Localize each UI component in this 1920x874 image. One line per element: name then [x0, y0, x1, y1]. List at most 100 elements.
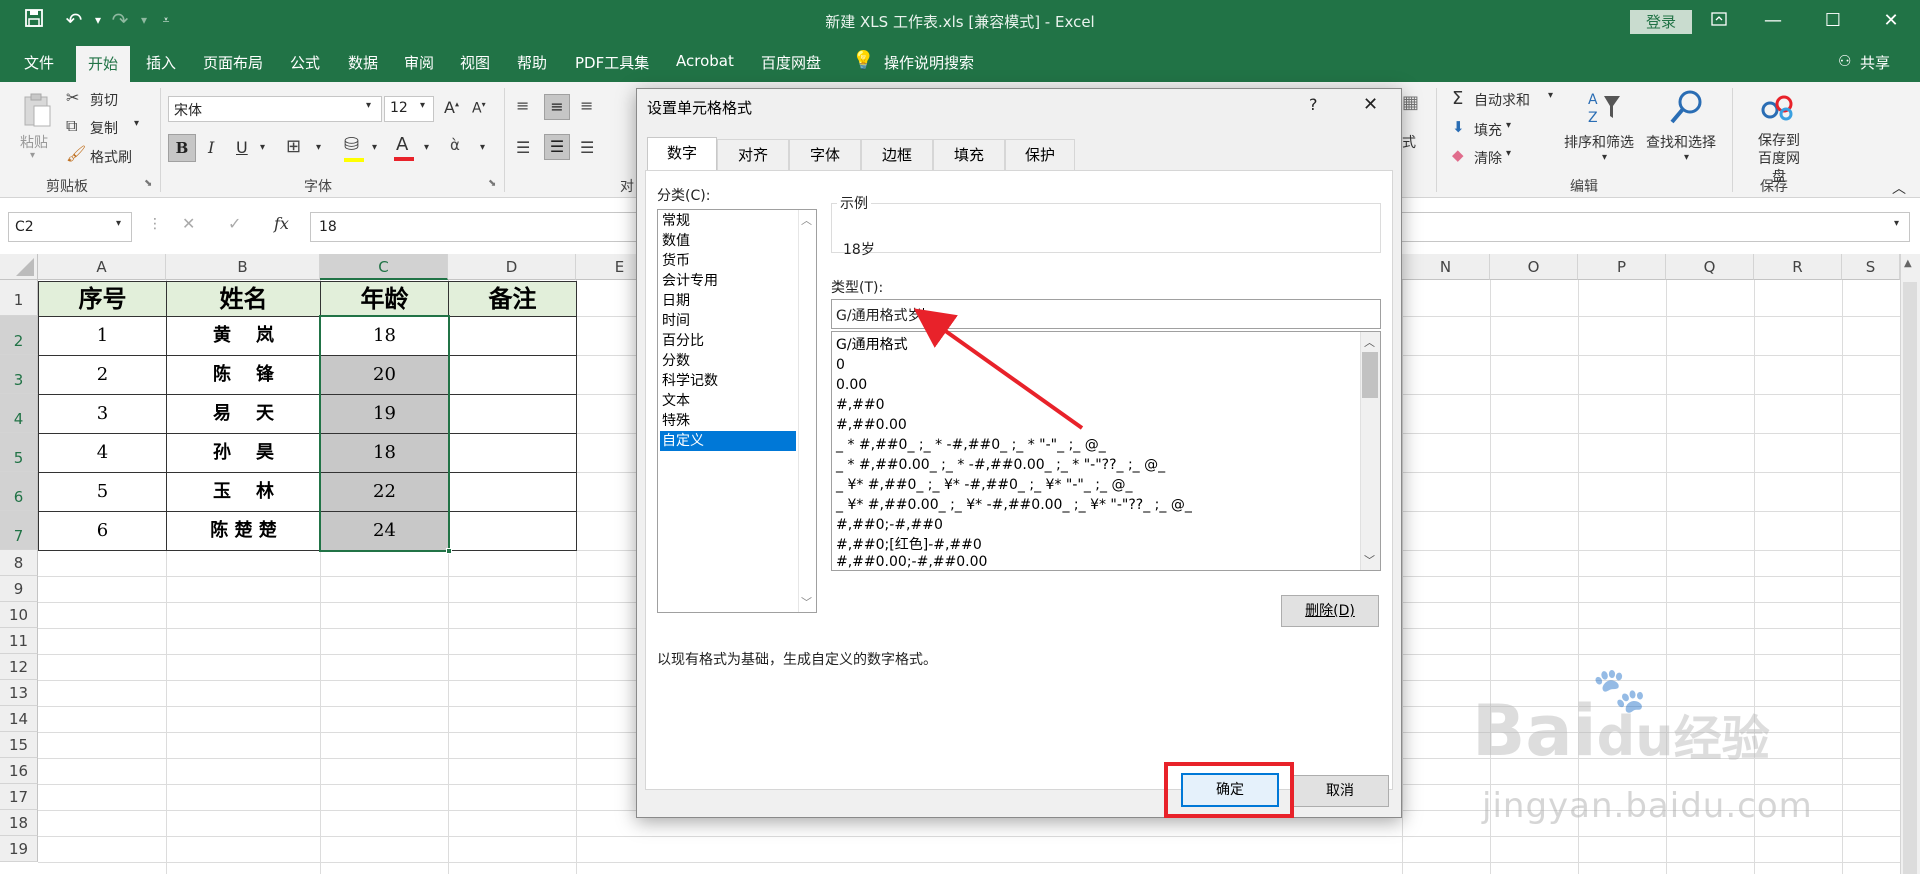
category-item[interactable]: 科学记数: [660, 371, 718, 391]
font-launcher-icon[interactable]: ⬊: [488, 178, 496, 189]
tab-number[interactable]: 数字: [647, 137, 717, 171]
format-scroll-thumb[interactable]: [1362, 352, 1378, 398]
row-header-11[interactable]: 11: [0, 628, 38, 654]
category-item[interactable]: 百分比: [660, 331, 704, 351]
row-header-2[interactable]: 2: [0, 316, 38, 355]
align-top-icon[interactable]: ≡: [516, 96, 529, 115]
cell-styles-icon[interactable]: ▦: [1402, 92, 1419, 113]
cut-button[interactable]: 剪切: [90, 90, 118, 110]
maximize-icon[interactable]: ☐: [1810, 6, 1856, 36]
name-box[interactable]: C2: [8, 212, 132, 242]
category-item[interactable]: 数值: [660, 231, 690, 251]
cell-name[interactable]: 陈 楚 楚: [166, 511, 321, 551]
category-item[interactable]: 日期: [660, 291, 690, 311]
menu-file[interactable]: 文件: [24, 52, 54, 73]
column-header-s[interactable]: S: [1842, 254, 1900, 280]
font-size-dropdown-icon[interactable]: ▾: [420, 100, 425, 111]
category-item-selected[interactable]: 自定义: [660, 431, 796, 451]
column-header-a[interactable]: A: [38, 254, 166, 280]
column-header-r[interactable]: R: [1754, 254, 1842, 280]
cell-name[interactable]: 玉 林: [166, 472, 321, 512]
underline-button[interactable]: U: [236, 138, 248, 157]
menu-review[interactable]: 审阅: [404, 52, 434, 73]
lightbulb-icon[interactable]: 💡: [852, 50, 874, 71]
category-item[interactable]: 分数: [660, 351, 690, 371]
cancel-entry-icon[interactable]: ✕: [182, 214, 195, 233]
format-painter-button[interactable]: 格式刷: [90, 147, 132, 167]
cell-no[interactable]: 6: [38, 511, 167, 551]
cell-no[interactable]: 4: [38, 433, 167, 473]
minimize-icon[interactable]: —: [1750, 6, 1796, 36]
cell-no[interactable]: 5: [38, 472, 167, 512]
cell-age[interactable]: 20: [320, 355, 449, 395]
header-cell-note[interactable]: 备注: [448, 281, 577, 317]
cell-name[interactable]: 孙 昊: [166, 433, 321, 473]
clear-dropdown-icon[interactable]: ▾: [1506, 148, 1511, 159]
row-header-4[interactable]: 4: [0, 394, 38, 433]
menu-help[interactable]: 帮助: [517, 52, 547, 73]
category-item[interactable]: 文本: [660, 391, 690, 411]
tab-fill[interactable]: 填充: [933, 139, 1005, 171]
dialog-close-button[interactable]: ✕: [1363, 94, 1378, 115]
align-center-icon[interactable]: ☰: [544, 134, 570, 160]
menu-acrobat[interactable]: Acrobat: [676, 52, 734, 70]
row-header-3[interactable]: 3: [0, 355, 38, 394]
insert-function-icon[interactable]: fx: [274, 214, 289, 233]
cell-styles-partial[interactable]: 式: [1402, 132, 1416, 152]
copy-dropdown-icon[interactable]: ▾: [134, 118, 139, 129]
menu-formulas[interactable]: 公式: [290, 52, 320, 73]
tab-protection[interactable]: 保护: [1005, 139, 1075, 171]
autosum-dropdown-icon[interactable]: ▾: [1548, 90, 1553, 101]
menu-view[interactable]: 视图: [460, 52, 490, 73]
find-select-button[interactable]: 查找和选择: [1646, 132, 1716, 152]
row-header-14[interactable]: 14: [0, 706, 38, 732]
font-name-combo[interactable]: 宋体: [168, 96, 382, 122]
category-list[interactable]: 常规 数值 货币 会计专用 日期 时间 百分比 分数 科学记数 文本 特殊 自定…: [657, 209, 817, 613]
cell-age[interactable]: 19: [320, 394, 449, 434]
paste-dropdown-icon[interactable]: ▾: [30, 150, 35, 161]
cell-no[interactable]: 1: [38, 316, 167, 356]
font-color-dropdown-icon[interactable]: ▾: [424, 142, 429, 153]
row-header-19[interactable]: 19: [0, 836, 38, 862]
tab-font[interactable]: 字体: [789, 139, 861, 171]
header-cell-age[interactable]: 年龄: [320, 281, 449, 317]
menu-insert[interactable]: 插入: [146, 52, 176, 73]
phonetic-dropdown-icon[interactable]: ▾: [480, 142, 485, 153]
format-item[interactable]: _ ¥* #,##0.00_ ;_ ¥* -#,##0.00_ ;_ ¥* "-…: [834, 495, 1192, 515]
menu-pdf-tools[interactable]: PDF工具集: [575, 52, 649, 73]
copy-button[interactable]: 复制: [90, 118, 118, 138]
format-item[interactable]: #,##0.00;-#,##0.00: [834, 555, 987, 569]
sort-filter-dropdown-icon[interactable]: ▾: [1602, 152, 1607, 163]
column-header-p[interactable]: P: [1578, 254, 1666, 280]
format-item[interactable]: 0.00: [834, 375, 867, 395]
collapse-ribbon-icon[interactable]: ︿: [1892, 178, 1906, 198]
row-header-12[interactable]: 12: [0, 654, 38, 680]
column-header-n[interactable]: N: [1402, 254, 1490, 280]
menu-data[interactable]: 数据: [348, 52, 378, 73]
scrollbar-thumb[interactable]: [1903, 282, 1917, 874]
column-header-q[interactable]: Q: [1666, 254, 1754, 280]
tab-border[interactable]: 边框: [861, 139, 933, 171]
expand-formula-bar-icon[interactable]: ▾: [1894, 218, 1899, 229]
find-select-dropdown-icon[interactable]: ▾: [1684, 152, 1689, 163]
font-color-icon[interactable]: A: [396, 134, 408, 155]
fill-handle[interactable]: [446, 548, 452, 554]
category-item[interactable]: 常规: [660, 211, 690, 231]
align-bottom-icon[interactable]: ≡: [580, 96, 593, 115]
format-item[interactable]: 0: [834, 355, 845, 375]
baidu-cloud-icon[interactable]: [1760, 92, 1796, 122]
category-scroll-up-icon[interactable]: ︿: [801, 212, 812, 228]
format-item[interactable]: _ * #,##0.00_ ;_ * -#,##0.00_ ;_ * "-"??…: [834, 455, 1165, 475]
borders-dropdown-icon[interactable]: ▾: [316, 142, 321, 153]
scroll-up-icon[interactable]: ▲: [1904, 258, 1912, 269]
font-name-dropdown-icon[interactable]: ▾: [366, 100, 371, 111]
clear-button[interactable]: 清除: [1474, 148, 1502, 168]
clear-eraser-icon[interactable]: ◆: [1452, 146, 1464, 164]
tell-me-search[interactable]: 操作说明搜索: [884, 52, 974, 73]
user-icon[interactable]: ⚇: [1838, 52, 1851, 70]
column-header-b[interactable]: B: [166, 254, 320, 280]
cell-note[interactable]: [448, 433, 577, 473]
increase-font-icon[interactable]: A▴: [444, 98, 459, 117]
italic-button[interactable]: I: [208, 138, 214, 157]
row-header-1[interactable]: 1: [0, 280, 38, 316]
